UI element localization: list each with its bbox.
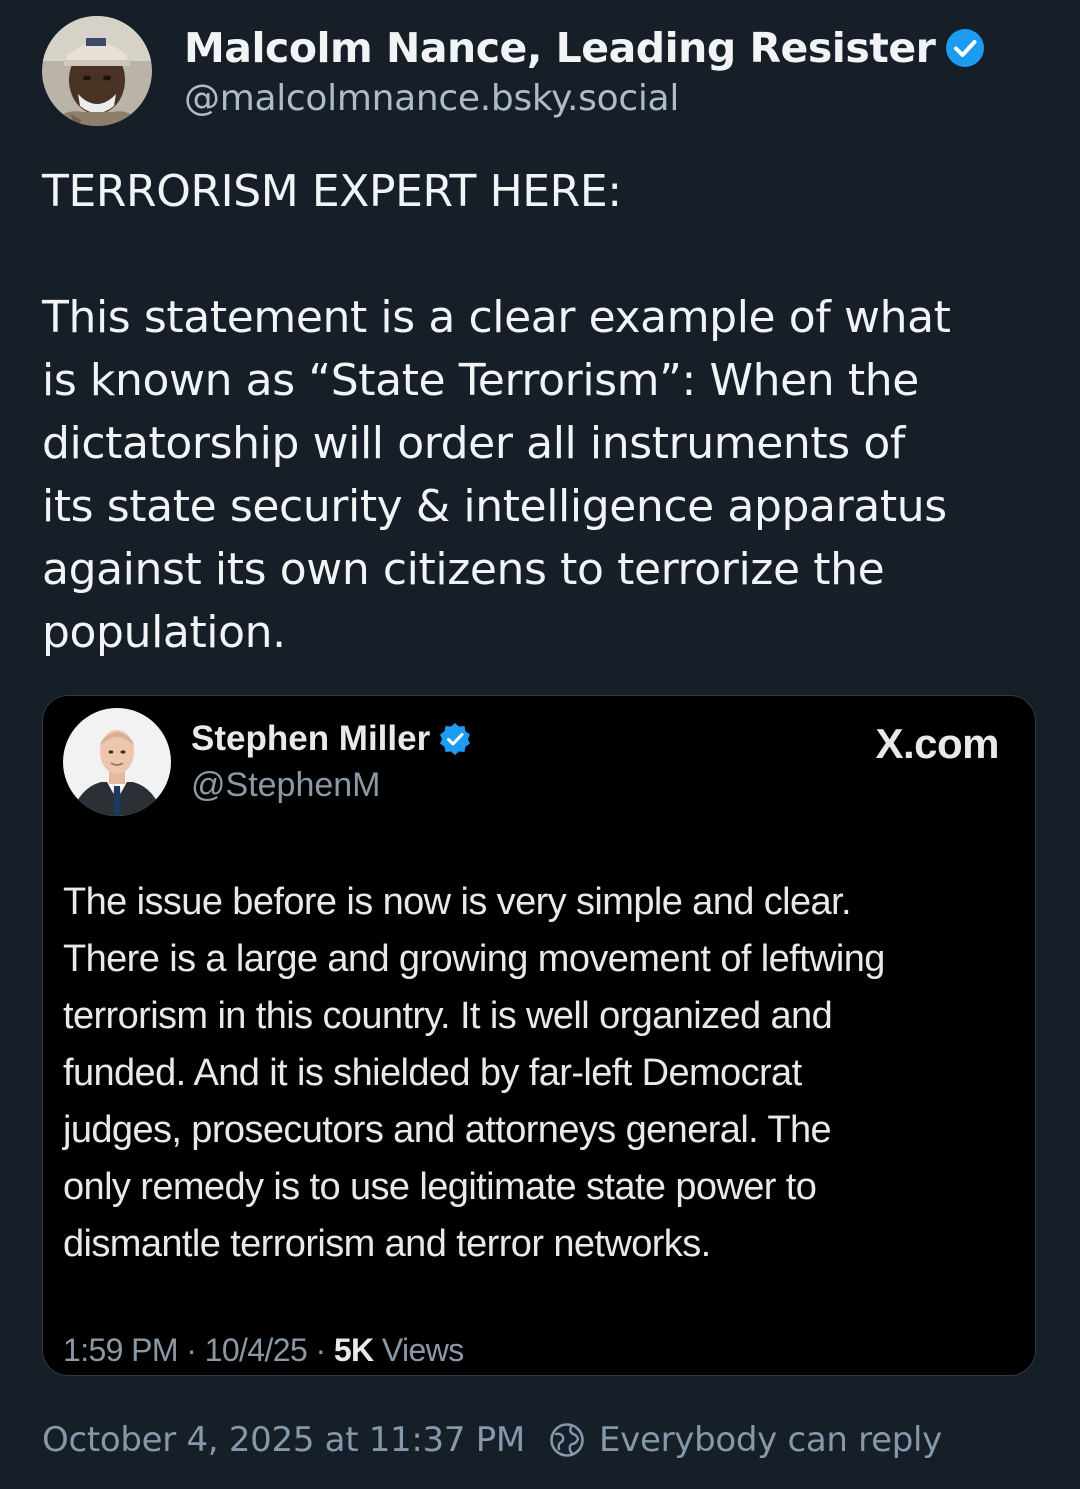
embed-text-line: dismantle terrorism and terror networks.	[63, 1223, 711, 1265]
post-text-line: its state security & intelligence appara…	[42, 481, 947, 532]
post-text-line: against its own citizens to terrorize th…	[42, 544, 885, 595]
author-avatar[interactable]	[42, 16, 152, 126]
embed-avatar	[63, 708, 171, 816]
post-text-line: dictatorship will order all instruments …	[42, 418, 905, 469]
post-headline: TERRORISM EXPERT HERE:	[42, 166, 622, 217]
x-brand-label: X.com	[875, 720, 999, 767]
embed-text-line: The issue before is now is very simple a…	[63, 881, 852, 923]
embed-display-name: Stephen Miller	[191, 719, 431, 758]
verified-badge-icon	[946, 29, 985, 67]
embed-text-line: There is a large and growing movement of…	[63, 938, 885, 980]
embedded-tweet-image[interactable]: Stephen Miller @StephenM X.com The issue…	[42, 695, 1036, 1376]
embed-time: 1:59 PM	[63, 1332, 179, 1368]
embed-body: The issue before is now is very simple a…	[63, 874, 1013, 1273]
post-footer: October 4, 2025 at 11:37 PM Everybody ca…	[42, 1420, 942, 1460]
embed-handle: @StephenM	[191, 766, 381, 804]
post-text-line: This statement is a clear example of wha…	[42, 292, 951, 343]
embed-text-line: judges, prosecutors and attorneys genera…	[63, 1109, 832, 1151]
author-handle[interactable]: @malcolmnance.bsky.social	[184, 78, 985, 119]
author-display-name[interactable]: Malcolm Nance, Leading Resister	[184, 24, 936, 72]
post-text-line: is known as “State Terrorism”: When the	[42, 355, 919, 406]
embed-text-line: terrorism in this country. It is well or…	[63, 995, 833, 1037]
meta-separator: ·	[177, 1332, 205, 1368]
author-row: Malcolm Nance, Leading Resister @malcolm…	[42, 16, 985, 126]
embed-meta: 1:59 PM · 10/4/25 · 5K Views	[63, 1332, 464, 1369]
author-avatar-photo	[42, 16, 152, 126]
meta-separator: ·	[307, 1332, 334, 1368]
reply-setting-label[interactable]: Everybody can reply	[599, 1420, 942, 1460]
post-text-line: population.	[42, 607, 286, 658]
author-text: Malcolm Nance, Leading Resister @malcolm…	[184, 16, 985, 119]
verified-badge-icon	[440, 723, 471, 755]
embed-views-count: 5K	[333, 1332, 374, 1368]
embed-text-line: funded. And it is shielded by far-left D…	[63, 1052, 802, 1094]
post-body: TERRORISM EXPERT HERE: This statement is…	[42, 160, 1052, 664]
embed-views-label: Views	[373, 1332, 464, 1368]
display-name-line: Malcolm Nance, Leading Resister	[184, 20, 985, 76]
embed-avatar-photo	[63, 708, 171, 816]
bluesky-post: Malcolm Nance, Leading Resister @malcolm…	[0, 0, 1080, 1489]
embed-text-line: only remedy is to use legitimate state p…	[63, 1166, 817, 1208]
globe-icon	[550, 1423, 584, 1457]
embed-name-line: Stephen Miller	[191, 716, 472, 762]
post-timestamp[interactable]: October 4, 2025 at 11:37 PM	[42, 1420, 525, 1460]
embed-date: 10/4/25	[204, 1332, 308, 1368]
